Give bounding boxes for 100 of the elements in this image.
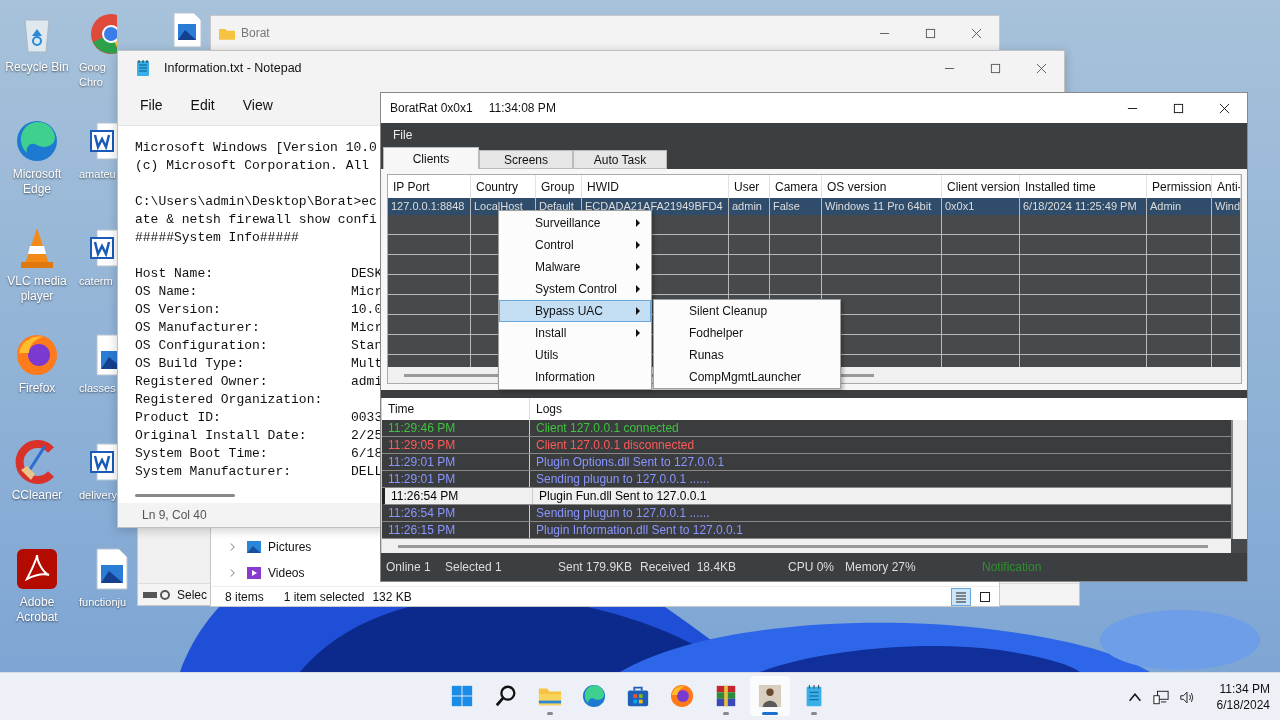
- scrollbar[interactable]: [398, 544, 1208, 548]
- menu-item[interactable]: Information: [499, 366, 651, 388]
- nav-item[interactable]: Videos: [211, 560, 351, 586]
- status-text: Memory 27%: [845, 560, 917, 574]
- scrollbar[interactable]: [1231, 420, 1247, 539]
- menu-item[interactable]: Silent Cleanup: [654, 300, 840, 322]
- icon-label: VLC media player: [6, 274, 68, 304]
- log-row[interactable]: 11:29:05 PM Client 127.0.0.1 disconnected: [382, 437, 1231, 454]
- status-text: Online 1: [386, 560, 432, 574]
- browser-icon[interactable]: [89, 12, 117, 56]
- tab[interactable]: Screens: [479, 150, 573, 169]
- text-line: Registered Organization:: [135, 391, 324, 409]
- tab[interactable]: Clients: [383, 147, 479, 169]
- status-text: 8 items: [225, 589, 264, 604]
- text-line: OS Version:: [135, 301, 222, 319]
- image-file-icon[interactable]: [172, 12, 202, 48]
- log-time: 11:26:54 PM: [388, 506, 456, 520]
- taskbar-button[interactable]: [750, 676, 790, 716]
- icon-label: Recycle Bin: [4, 60, 70, 75]
- menu-item[interactable]: Surveillance: [499, 212, 651, 234]
- log-time: 11:29:05 PM: [388, 438, 456, 452]
- text-line: OS Build Type:: [135, 355, 246, 373]
- menu-item[interactable]: Install: [499, 322, 651, 344]
- table-row[interactable]: 127.0.0.1:8848 LocalHost Default ECDADA21AFA21949BFD4 admin False Windows 11 Pro 64bit 0x0x1 6/18/2024 11:25:49 PM Admin Wind: [388, 198, 1241, 215]
- browser-icon: [670, 684, 694, 708]
- menu-item[interactable]: Malware: [499, 256, 651, 278]
- drive-icon: [143, 589, 173, 600]
- status-text: 1 item selected: [283, 589, 365, 604]
- chevron-right-icon[interactable]: [229, 542, 236, 552]
- menu-item[interactable]: CompMgmtLauncher: [654, 366, 840, 388]
- menu-item[interactable]: Utils: [499, 344, 651, 366]
- maximize-icon: [1172, 102, 1184, 114]
- close-icon: [1035, 62, 1047, 74]
- list-view-icon: [955, 590, 967, 603]
- text-line: DELL: [351, 463, 383, 481]
- log-row[interactable]: 11:29:01 PM Sending plugun to 127.0.0.1 ......: [382, 471, 1231, 488]
- menu-item[interactable]: Edit: [178, 93, 227, 117]
- status-text: Sent 179.9KB: [558, 560, 634, 574]
- table-cell: Admin: [1147, 198, 1212, 215]
- menu-item[interactable]: Bypass UAC: [499, 300, 651, 322]
- text-line: C:\Users\admin\Desktop\Borat>ec: [135, 193, 377, 211]
- menu-label: Utils: [535, 348, 560, 362]
- clock[interactable]: 11:34 PM 6/18/2024: [1216, 681, 1270, 713]
- log-row[interactable]: 11:26:54 PM Sending plugun to 127.0.0.1 ......: [382, 505, 1231, 522]
- icon-label: functionju: [79, 595, 127, 610]
- menu-item[interactable]: System Control: [499, 278, 651, 300]
- browser-icon: [582, 684, 606, 708]
- icon-label: Adobe Acrobat: [15, 595, 59, 625]
- details-view-button[interactable]: [951, 587, 971, 606]
- menu-item[interactable]: View: [230, 93, 285, 117]
- icon-label: delivery: [79, 488, 115, 503]
- icon-label: Goog Chro: [79, 60, 107, 90]
- table-cell: 6/18/2024 11:25:49 PM: [1020, 198, 1147, 215]
- text-line: Micr: [351, 319, 383, 337]
- text-line: admi: [351, 373, 383, 391]
- window-title: Information.txt - Notepad: [164, 61, 302, 75]
- status-text: 132 KB: [372, 589, 412, 604]
- text-line: Registered Owner:: [135, 373, 269, 391]
- menu-label: System Control: [535, 282, 619, 296]
- text-line: Host Name:: [135, 265, 214, 283]
- menu-item[interactable]: File: [128, 93, 175, 117]
- store-icon: [626, 684, 650, 708]
- folder-icon: [219, 26, 235, 40]
- log-row[interactable]: 11:29:46 PM Client 127.0.0.1 connected: [382, 420, 1231, 437]
- status-text: Selected 1: [445, 560, 503, 574]
- log-message: Client 127.0.0.1 connected: [536, 421, 679, 435]
- volume-icon[interactable]: [1178, 689, 1195, 705]
- log-time: 11:29:46 PM: [388, 421, 456, 435]
- menu-label: Install: [535, 326, 568, 340]
- browser-icon[interactable]: [15, 333, 59, 377]
- nav-label: Videos: [268, 566, 305, 580]
- icon-label: Microsoft Edge: [11, 167, 63, 197]
- log-row[interactable]: 11:29:01 PM Plugin Options.dll Sent to 127.0.0.1: [382, 454, 1231, 471]
- table-cell: Windows 11 Pro 64bit: [822, 198, 942, 215]
- network-icon[interactable]: [1152, 689, 1169, 705]
- chevron-right-icon[interactable]: [229, 568, 236, 578]
- window-title: BoratRat 0x0x1: [390, 101, 473, 115]
- menu-item[interactable]: Runas: [654, 344, 840, 366]
- text-line: (c) Microsoft Corporation. All: [135, 157, 370, 175]
- text-line: Original Install Date:: [135, 427, 308, 445]
- log-row[interactable]: 11:26:15 PM Plugin Information.dll Sent to 127.0.0.1: [382, 522, 1231, 539]
- scrollbar[interactable]: [135, 494, 235, 497]
- archive-icon: [714, 684, 738, 708]
- text-line: #####System Info#####: [135, 229, 299, 247]
- text-line: Mult: [351, 355, 383, 373]
- tab[interactable]: Auto Task: [573, 150, 667, 169]
- text-line: Microsoft Windows [Version 10.0: [135, 139, 377, 157]
- icon-label: CCleaner: [10, 488, 64, 503]
- text-line: System Manufacturer:: [135, 463, 293, 481]
- menu-item[interactable]: File: [381, 128, 425, 142]
- nav-item[interactable]: Pictures: [211, 534, 351, 560]
- table-cell: 127.0.0.1:8848: [388, 198, 471, 215]
- menu-label: Surveillance: [535, 216, 602, 230]
- text-line: Micr: [351, 283, 383, 301]
- log-row[interactable]: 11:26:54 PM Plugin Fun.dll Sent to 127.0.0.1: [382, 488, 1231, 505]
- menu-item[interactable]: Control: [499, 234, 651, 256]
- column-header[interactable]: Logs: [530, 398, 1247, 420]
- pdf-icon[interactable]: [15, 547, 59, 591]
- menu-item[interactable]: Fodhelper: [654, 322, 840, 344]
- browser-icon[interactable]: [15, 119, 59, 163]
